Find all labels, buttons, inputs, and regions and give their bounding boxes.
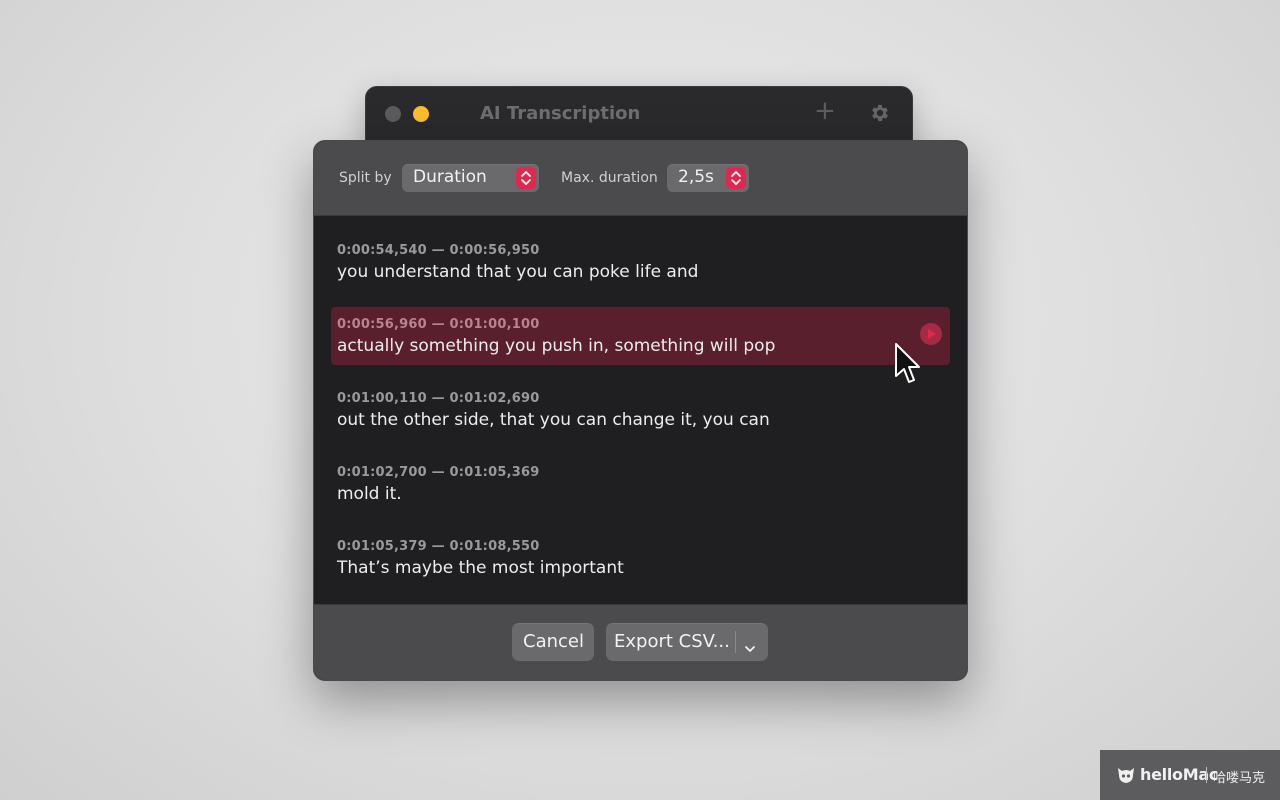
split-by-value: Duration bbox=[413, 167, 487, 187]
sheet-footer: Cancel Export CSV... bbox=[314, 604, 967, 680]
button-divider bbox=[735, 631, 736, 653]
cancel-button-label: Cancel bbox=[523, 631, 584, 652]
segment-time: 0:00:54,540 — 0:00:56,950 bbox=[337, 243, 540, 258]
segment-text: out the other side, that you can change … bbox=[337, 410, 770, 430]
segment-row-active[interactable]: 0:00:56,960 — 0:01:00,100 actually somet… bbox=[331, 307, 950, 365]
options-bar: Split by Duration Max. duration 2,5s bbox=[314, 141, 967, 216]
export-button-label: Export CSV... bbox=[614, 631, 730, 652]
hellomac-logo-icon bbox=[1116, 765, 1136, 789]
export-sheet: Split by Duration Max. duration 2,5s 0:0… bbox=[313, 140, 968, 681]
split-by-label: Split by bbox=[339, 170, 392, 186]
segment-time: 0:01:02,700 — 0:01:05,369 bbox=[337, 465, 540, 480]
up-down-chevron-icon bbox=[516, 167, 536, 189]
max-duration-popup[interactable]: 2,5s bbox=[667, 164, 749, 192]
minimize-window-button[interactable] bbox=[413, 106, 429, 122]
watermark: helloMac 哈喽马克 bbox=[1100, 750, 1280, 800]
max-duration-value: 2,5s bbox=[678, 167, 714, 187]
segment-row[interactable]: 0:01:05,379 — 0:01:08,550 That’s maybe t… bbox=[331, 529, 950, 587]
gear-icon[interactable] bbox=[869, 102, 891, 124]
plus-icon[interactable]: + bbox=[814, 98, 836, 124]
chevron-down-icon[interactable] bbox=[744, 637, 756, 658]
segment-time: 0:01:00,110 — 0:01:02,690 bbox=[337, 391, 540, 406]
watermark-divider bbox=[1206, 767, 1207, 783]
segment-time: 0:01:05,379 — 0:01:08,550 bbox=[337, 539, 540, 554]
segment-text: mold it. bbox=[337, 484, 402, 504]
segment-row[interactable]: 0:01:02,700 — 0:01:05,369 mold it. bbox=[331, 455, 950, 513]
segment-row[interactable]: 0:01:00,110 — 0:01:02,690 out the other … bbox=[331, 381, 950, 439]
segment-text: That’s maybe the most important bbox=[337, 558, 624, 578]
segment-list[interactable]: 0:00:54,540 — 0:00:56,950 you understand… bbox=[314, 216, 967, 606]
mouse-pointer-icon bbox=[894, 342, 922, 390]
segment-time: 0:00:56,960 — 0:01:00,100 bbox=[337, 317, 540, 332]
up-down-chevron-icon bbox=[726, 167, 746, 189]
segment-text: you understand that you can poke life an… bbox=[337, 262, 699, 282]
segment-row[interactable]: 0:00:54,540 — 0:00:56,950 you understand… bbox=[331, 233, 950, 291]
split-by-popup[interactable]: Duration bbox=[402, 164, 539, 192]
window-title: AI Transcription bbox=[480, 103, 641, 124]
export-csv-button[interactable]: Export CSV... bbox=[606, 623, 768, 661]
segment-text: actually something you push in, somethin… bbox=[337, 336, 776, 356]
max-duration-label: Max. duration bbox=[561, 170, 658, 186]
close-window-button[interactable] bbox=[385, 106, 401, 122]
cancel-button[interactable]: Cancel bbox=[512, 623, 594, 661]
play-icon[interactable] bbox=[920, 323, 942, 345]
watermark-cn: 哈喽马克 bbox=[1213, 771, 1266, 786]
